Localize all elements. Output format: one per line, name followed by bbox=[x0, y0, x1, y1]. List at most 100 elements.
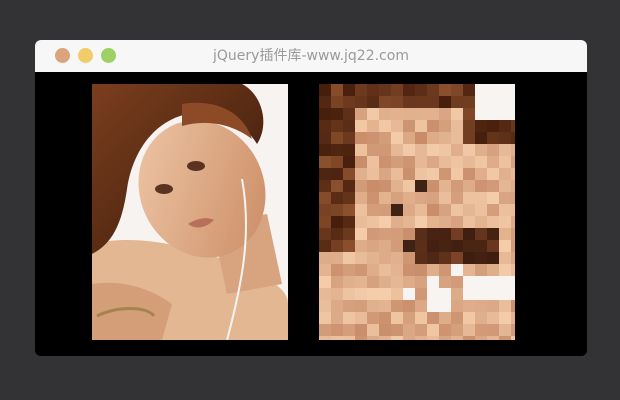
mosaic-tile bbox=[379, 180, 391, 192]
mosaic-tile bbox=[427, 120, 439, 132]
mosaic-tile bbox=[511, 240, 515, 252]
mosaic-tile bbox=[487, 300, 499, 312]
mosaic-tile bbox=[439, 156, 451, 168]
mosaic-tile bbox=[415, 192, 427, 204]
mosaic-tile bbox=[343, 168, 355, 180]
mosaic-tile bbox=[451, 96, 463, 108]
mosaic-tile bbox=[415, 324, 427, 336]
mosaic-tile bbox=[415, 264, 427, 276]
mosaic-tile bbox=[355, 204, 367, 216]
mosaic-tile bbox=[367, 156, 379, 168]
mosaic-tile bbox=[463, 180, 475, 192]
mosaic-tile bbox=[499, 108, 511, 120]
mosaic-tile bbox=[379, 120, 391, 132]
mosaic-tile bbox=[391, 276, 403, 288]
mosaic-tile bbox=[343, 288, 355, 300]
mosaic-tile bbox=[343, 180, 355, 192]
mosaic-tile bbox=[319, 264, 331, 276]
mosaic-tile bbox=[415, 336, 427, 340]
mosaic-tile bbox=[451, 216, 463, 228]
mosaic-tile bbox=[475, 312, 487, 324]
mosaic-tile bbox=[463, 156, 475, 168]
mosaic-tile bbox=[319, 192, 331, 204]
mosaic-tile bbox=[475, 84, 487, 96]
mosaic-tile bbox=[439, 216, 451, 228]
mosaic-tile bbox=[331, 336, 343, 340]
mosaic-tile bbox=[415, 132, 427, 144]
mosaic-tile bbox=[403, 288, 415, 300]
mosaic-tile bbox=[403, 240, 415, 252]
mosaic-tile bbox=[403, 204, 415, 216]
mosaic-tile bbox=[355, 156, 367, 168]
mosaic-tile bbox=[451, 264, 463, 276]
mosaic-tile bbox=[463, 192, 475, 204]
mosaic-tile bbox=[451, 156, 463, 168]
mosaic-tile bbox=[427, 192, 439, 204]
mosaic-tile bbox=[487, 204, 499, 216]
mosaic-tile bbox=[475, 120, 487, 132]
mosaic-tile bbox=[487, 336, 499, 340]
mosaic-tile bbox=[415, 300, 427, 312]
mosaic-tile bbox=[343, 216, 355, 228]
mosaic-tile bbox=[511, 192, 515, 204]
mosaic-tile bbox=[415, 276, 427, 288]
mosaic-tile bbox=[319, 312, 331, 324]
mosaic-tile bbox=[415, 252, 427, 264]
mosaic-tile bbox=[319, 240, 331, 252]
mosaic-tile bbox=[355, 168, 367, 180]
mosaic-tile bbox=[487, 276, 499, 288]
mosaic-tile bbox=[355, 96, 367, 108]
mosaic-tile bbox=[343, 312, 355, 324]
mosaic-tile bbox=[355, 144, 367, 156]
mosaic-tile bbox=[415, 156, 427, 168]
mosaic-tile bbox=[487, 240, 499, 252]
mosaic-tile bbox=[355, 108, 367, 120]
mosaic-tile bbox=[487, 132, 499, 144]
mosaic-tile bbox=[427, 264, 439, 276]
mosaic-tile bbox=[367, 132, 379, 144]
mosaic-tile bbox=[451, 336, 463, 340]
mosaic-tile bbox=[343, 276, 355, 288]
mosaic-tile bbox=[511, 264, 515, 276]
mosaic-tile bbox=[319, 144, 331, 156]
mosaic-tile bbox=[499, 84, 511, 96]
mosaic-tile bbox=[379, 216, 391, 228]
mosaic-tile bbox=[511, 168, 515, 180]
mosaic-tile bbox=[427, 312, 439, 324]
mosaic-tile bbox=[403, 132, 415, 144]
original-portrait-image bbox=[92, 84, 288, 340]
mosaic-tile bbox=[439, 132, 451, 144]
mosaic-tile bbox=[331, 288, 343, 300]
pixelated-portrait-image bbox=[319, 84, 515, 340]
mosaic-tile bbox=[331, 96, 343, 108]
mosaic-tile bbox=[403, 336, 415, 340]
mosaic-tile bbox=[499, 204, 511, 216]
mosaic-tile bbox=[439, 96, 451, 108]
mosaic-tile bbox=[439, 252, 451, 264]
mosaic-tile bbox=[343, 228, 355, 240]
mosaic-tile bbox=[427, 216, 439, 228]
mosaic-tile bbox=[379, 132, 391, 144]
mosaic-tile bbox=[487, 120, 499, 132]
mosaic-tile bbox=[379, 156, 391, 168]
mosaic-tile bbox=[343, 192, 355, 204]
mosaic-tile bbox=[391, 132, 403, 144]
mosaic-tile bbox=[403, 180, 415, 192]
mosaic-tile bbox=[487, 168, 499, 180]
mosaic-tile bbox=[403, 144, 415, 156]
mosaic-tile bbox=[343, 240, 355, 252]
mosaic-tile bbox=[355, 300, 367, 312]
mosaic-tile bbox=[451, 108, 463, 120]
mosaic-tile bbox=[403, 120, 415, 132]
mosaic-tile bbox=[451, 204, 463, 216]
mosaic-tile bbox=[487, 264, 499, 276]
mosaic-tile bbox=[487, 288, 499, 300]
mosaic-tile bbox=[331, 120, 343, 132]
mosaic-tile bbox=[379, 312, 391, 324]
mosaic-tile bbox=[427, 96, 439, 108]
demo-content bbox=[35, 72, 587, 356]
mosaic-tile bbox=[463, 216, 475, 228]
mosaic-tile bbox=[331, 204, 343, 216]
mosaic-tile bbox=[439, 312, 451, 324]
mosaic-tile bbox=[343, 120, 355, 132]
